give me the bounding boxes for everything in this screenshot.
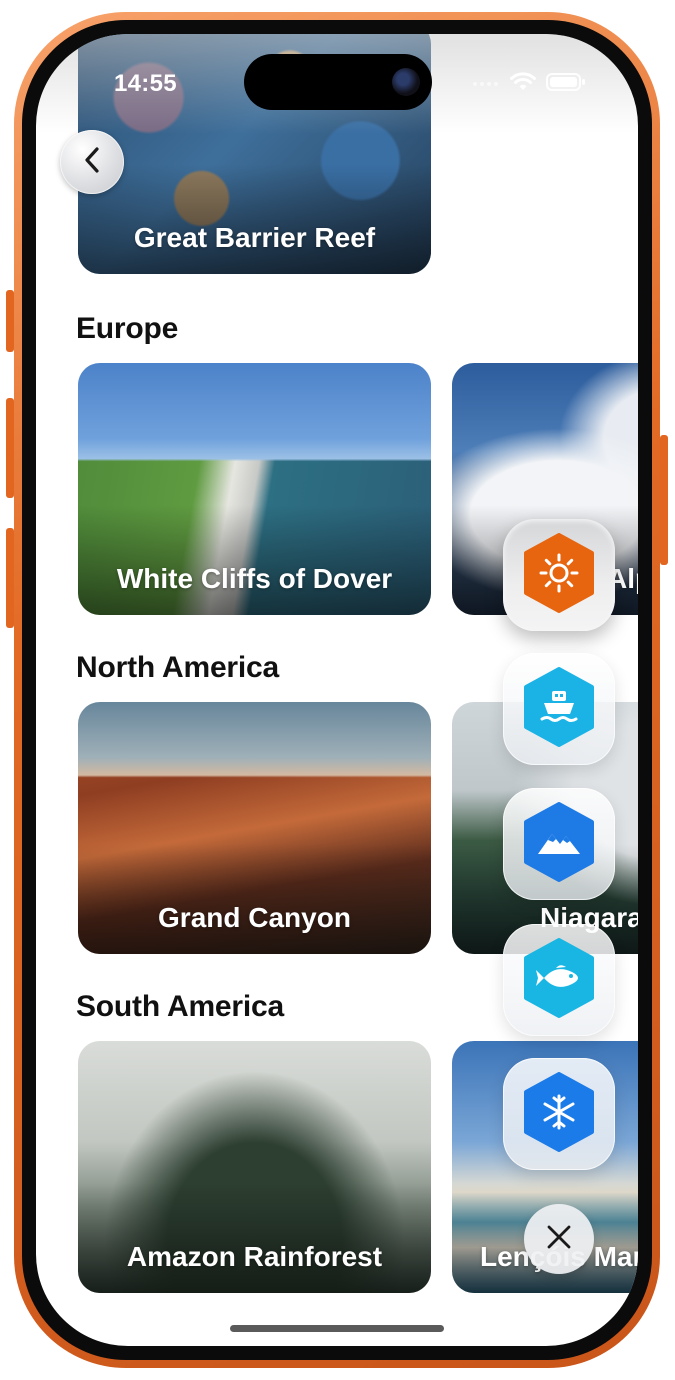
menu-item-sun[interactable] [503, 519, 615, 631]
chevron-left-icon [81, 145, 103, 180]
menu-item-fish[interactable] [503, 924, 615, 1036]
section-title-north-america: North America [76, 651, 280, 684]
signal-icon [472, 76, 500, 94]
card-title: Amazon Rainforest [126, 1241, 383, 1272]
mountain-icon [522, 801, 596, 887]
close-icon [545, 1223, 573, 1256]
card-white-cliffs-of-dover[interactable]: White Cliffs of Dover [78, 363, 431, 615]
sun-icon [522, 532, 596, 618]
fish-icon [522, 937, 596, 1023]
volume-down-button [6, 528, 14, 628]
card-title: White Cliffs of Dover [116, 563, 393, 594]
snowflake-icon [522, 1071, 596, 1157]
status-time: 14:55 [114, 70, 177, 97]
card-amazon-rainforest[interactable]: Amazon Rainforest [78, 1041, 431, 1293]
card-grand-canyon[interactable]: Grand Canyon [78, 702, 431, 954]
status-bar: 14:55 [36, 34, 638, 134]
action-button [6, 290, 14, 352]
volume-up-button [6, 398, 14, 498]
section-title-europe: Europe [76, 312, 179, 345]
menu-item-ship[interactable] [503, 653, 615, 765]
back-button[interactable] [60, 130, 124, 194]
card-title: Great Barrier Reef [133, 222, 376, 253]
power-button [660, 435, 668, 565]
screen: Great Barrier Reef Europe White Cliffs o… [36, 34, 638, 1346]
menu-item-mountain[interactable] [503, 788, 615, 900]
menu-item-snowflake[interactable] [503, 1058, 615, 1170]
ship-icon [522, 666, 596, 752]
camera-lens [392, 68, 420, 96]
dynamic-island [244, 54, 432, 110]
wifi-icon [510, 72, 536, 97]
battery-icon [546, 72, 586, 97]
section-title-south-america: South America [76, 990, 285, 1023]
card-title: Grand Canyon [158, 902, 351, 933]
home-indicator[interactable] [230, 1325, 444, 1332]
close-menu-button[interactable] [524, 1204, 594, 1274]
